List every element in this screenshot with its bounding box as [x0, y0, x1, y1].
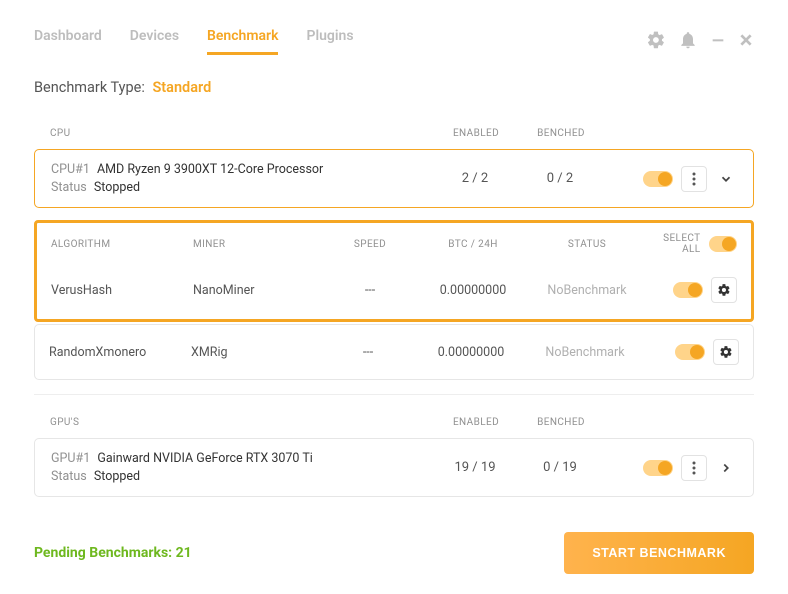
- col-miner: MINER: [193, 239, 323, 250]
- cpu-status-value: Stopped: [94, 180, 140, 195]
- cpu-header-enabled: ENABLED: [436, 128, 516, 139]
- algo-btc: 0.00000000: [417, 283, 529, 298]
- minimize-icon[interactable]: [710, 32, 726, 52]
- cpu-header-label: CPU: [50, 128, 436, 139]
- gear-icon[interactable]: [646, 30, 666, 54]
- algorithm-row-verushash: VerusHash NanoMiner --- 0.00000000 NoBen…: [37, 263, 751, 317]
- gpu-expand-chevron[interactable]: [715, 461, 737, 475]
- select-all-label: SELECT ALL: [645, 233, 701, 255]
- gpu-more-button[interactable]: [681, 455, 707, 481]
- close-icon[interactable]: [738, 32, 754, 52]
- start-benchmark-button[interactable]: START BENCHMARK: [564, 532, 754, 574]
- algo-btc: 0.00000000: [415, 345, 527, 360]
- select-all-toggle[interactable]: [709, 236, 737, 252]
- cpu-status-label: Status: [51, 180, 87, 195]
- tab-devices[interactable]: Devices: [130, 28, 179, 55]
- algo-toggle[interactable]: [675, 344, 705, 360]
- algo-speed: ---: [321, 345, 415, 360]
- algo-miner: NanoMiner: [193, 283, 323, 298]
- gpu-toggle[interactable]: [643, 460, 673, 476]
- cpu-more-button[interactable]: [681, 166, 707, 192]
- algo-name: RandomXmonero: [49, 345, 191, 360]
- tab-dashboard[interactable]: Dashboard: [34, 28, 102, 55]
- gpu-status-label: Status: [51, 469, 87, 484]
- gpu-enabled-count: 19 / 19: [435, 460, 515, 475]
- algorithm-row-randomx: RandomXmonero XMRig --- 0.00000000 NoBen…: [34, 324, 754, 380]
- gpu-id: GPU#1: [51, 451, 90, 466]
- gpu-device-row: GPU#1 Gainward NVIDIA GeForce RTX 3070 T…: [34, 438, 754, 497]
- col-btc: BTC / 24H: [417, 239, 529, 250]
- cpu-id: CPU#1: [51, 162, 90, 177]
- col-algorithm: ALGORITHM: [51, 239, 193, 250]
- algo-name: VerusHash: [51, 283, 193, 298]
- gpu-header-label: GPU'S: [50, 417, 436, 428]
- tab-plugins[interactable]: Plugins: [306, 28, 353, 55]
- algo-miner: XMRig: [191, 345, 321, 360]
- cpu-expand-chevron[interactable]: [715, 172, 737, 186]
- algorithm-panel: ALGORITHM MINER SPEED BTC / 24H STATUS S…: [34, 220, 754, 322]
- cpu-toggle[interactable]: [643, 171, 673, 187]
- col-speed: SPEED: [323, 239, 417, 250]
- pending-benchmarks: Pending Benchmarks: 21: [34, 545, 192, 561]
- gpu-header-benched: BENCHED: [516, 417, 606, 428]
- algo-settings-button[interactable]: [713, 339, 739, 365]
- algo-status: NoBenchmark: [529, 283, 645, 298]
- col-status: STATUS: [529, 239, 645, 250]
- benchmark-type-value[interactable]: Standard: [152, 79, 211, 96]
- gpu-benched-count: 0 / 19: [515, 460, 605, 475]
- algo-toggle[interactable]: [673, 282, 703, 298]
- gpu-header-enabled: ENABLED: [436, 417, 516, 428]
- cpu-header-benched: BENCHED: [516, 128, 606, 139]
- cpu-device-row: CPU#1 AMD Ryzen 9 3900XT 12-Core Process…: [34, 149, 754, 208]
- section-divider: [34, 394, 754, 395]
- benchmark-type-label: Benchmark Type:: [34, 79, 145, 96]
- cpu-name: AMD Ryzen 9 3900XT 12-Core Processor: [97, 162, 323, 177]
- gpu-status-value: Stopped: [94, 469, 140, 484]
- gpu-name: Gainward NVIDIA GeForce RTX 3070 Ti: [97, 451, 312, 466]
- algo-speed: ---: [323, 283, 417, 298]
- algo-settings-button[interactable]: [711, 277, 737, 303]
- cpu-enabled-count: 2 / 2: [435, 171, 515, 186]
- bell-icon[interactable]: [678, 30, 698, 54]
- cpu-benched-count: 0 / 2: [515, 171, 605, 186]
- tab-benchmark[interactable]: Benchmark: [207, 28, 278, 55]
- algo-status: NoBenchmark: [527, 345, 643, 360]
